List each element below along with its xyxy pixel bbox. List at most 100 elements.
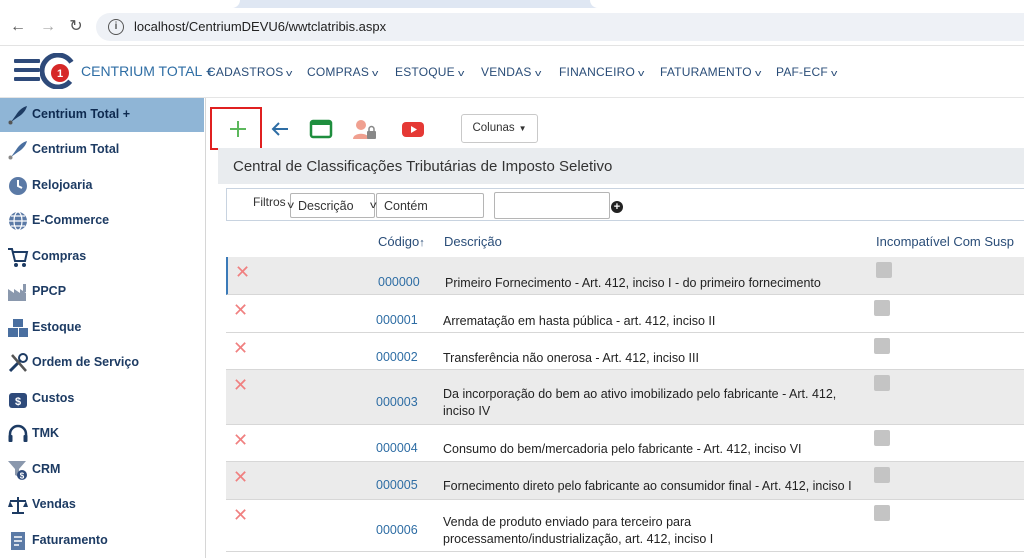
delete-icon[interactable]: ✕ [235, 263, 250, 281]
row-description: Fornecimento direto pelo fabricante ao c… [443, 479, 852, 493]
menu-faturamento[interactable]: FATURAMENTO v [660, 65, 762, 79]
sidebar-item-estoque[interactable]: Estoque [0, 311, 204, 345]
browser-tab[interactable] [0, 0, 240, 8]
sidebar-item-label: E-Commerce [32, 213, 110, 227]
column-header-incompativel[interactable]: Incompatível Com Susp [876, 234, 1014, 249]
row-code[interactable]: 000001 [376, 313, 418, 327]
chevron-down-icon: v [457, 68, 465, 78]
window-icon[interactable] [309, 118, 333, 140]
url-text[interactable]: localhost/CentriumDEVU6/wwtclatribis.asp… [134, 19, 386, 34]
sidebar-item-centrium-total[interactable]: Centrium Total [0, 133, 204, 167]
row-code[interactable]: 000003 [376, 395, 418, 409]
sidebar-item-faturamento[interactable]: Faturamento [0, 524, 204, 558]
headset-icon [8, 424, 28, 442]
sidebar-item-centrium-total-plus[interactable]: Centrium Total + [0, 98, 204, 132]
column-header-codigo[interactable]: Código↑ [378, 234, 425, 249]
sidebar-item-e-commerce[interactable]: E-Commerce [0, 204, 204, 238]
table-row[interactable]: ✕ 000002 Transferência não onerosa - Art… [226, 333, 1024, 370]
sidebar-item-relojoaria[interactable]: Relojoaria [0, 169, 204, 203]
incompatible-checkbox[interactable] [874, 338, 890, 354]
sidebar-item-label: Compras [32, 249, 87, 263]
delete-icon[interactable]: ✕ [233, 301, 248, 319]
centrium-logo[interactable]: 1 [40, 53, 76, 89]
chevron-down-icon: v [638, 68, 645, 78]
row-code[interactable]: 000002 [376, 350, 418, 364]
address-bar[interactable]: i localhost/CentriumDEVU6/wwtclatribis.a… [96, 13, 1024, 41]
chevron-down-icon: v [534, 68, 542, 78]
user-lock-icon[interactable] [353, 118, 377, 140]
rocket-icon [8, 106, 27, 125]
row-code[interactable]: 000000 [378, 275, 420, 289]
filter-field-select[interactable]: Descrição v [288, 193, 375, 218]
incompatible-checkbox[interactable] [874, 300, 890, 316]
sidebar-item-label: Custos [32, 391, 75, 405]
incompatible-checkbox[interactable] [874, 467, 890, 483]
delete-icon[interactable]: ✕ [233, 376, 248, 394]
menu-vendas[interactable]: VENDAS v [481, 65, 542, 79]
sidebar-item-vendas[interactable]: Vendas [0, 488, 204, 522]
sidebar-item-crm[interactable]: $ CRM [0, 453, 204, 487]
cart-icon [8, 248, 29, 267]
filters-label: Filtros [253, 195, 286, 209]
add-filter-icon[interactable]: + [611, 201, 623, 213]
browser-toolbar: ← → ↻ i localhost/CentriumDEVU6/wwtclatr… [0, 8, 1024, 46]
sidebar-item-ordem-de-servico[interactable]: Ordem de Serviço [0, 346, 204, 380]
sidebar-item-custos[interactable]: $ Custos [0, 382, 204, 416]
delete-icon[interactable]: ✕ [233, 468, 248, 486]
sidebar-item-label: Vendas [32, 497, 76, 511]
row-description: Venda de produto enviado para terceiro p… [443, 515, 714, 546]
brand-title[interactable]: CENTRIUM TOTAL + [81, 63, 214, 79]
row-code[interactable]: 000005 [376, 478, 418, 492]
table-row[interactable]: ✕ 000003 Da incorporação do bem ao ativo… [226, 370, 1024, 425]
reload-icon[interactable]: ↻ [66, 17, 86, 37]
filters-bar: Filtros Descrição v Contém v + [226, 188, 1024, 221]
back-arrow-icon[interactable] [268, 118, 292, 140]
globe-icon [9, 211, 27, 231]
sort-up-icon: ↑ [419, 237, 425, 249]
menu-estoque[interactable]: ESTOQUE v [395, 65, 464, 79]
incompatible-checkbox[interactable] [874, 505, 890, 521]
table-row[interactable]: ✕ 000006 Venda de produto enviado para t… [226, 500, 1024, 552]
svg-text:1: 1 [57, 68, 63, 80]
hamburger-menu-icon[interactable] [14, 59, 40, 83]
menu-financeiro[interactable]: FINANCEIRO v [559, 65, 644, 79]
incompatible-checkbox[interactable] [874, 430, 890, 446]
column-header-descricao[interactable]: Descrição [444, 234, 502, 249]
clock-icon [9, 177, 27, 195]
add-icon[interactable] [226, 118, 250, 140]
incompatible-checkbox[interactable] [874, 375, 890, 391]
table-row[interactable]: ✕ 000000 Primeiro Fornecimento - Art. 41… [226, 257, 1024, 295]
delete-icon[interactable]: ✕ [233, 506, 248, 524]
chevron-down-icon: v [287, 200, 295, 211]
delete-icon[interactable]: ✕ [233, 339, 248, 357]
chevron-down-icon: v [830, 68, 838, 78]
sidebar-item-ppcp[interactable]: PPCP [0, 275, 204, 309]
site-info-icon[interactable]: i [108, 19, 124, 35]
row-description: Arrematação em hasta pública - art. 412,… [443, 314, 716, 328]
incompatible-checkbox[interactable] [876, 262, 892, 278]
chevron-down-icon: v [754, 68, 762, 78]
row-code[interactable]: 000006 [376, 523, 418, 537]
menu-cadastros[interactable]: CADASTROS v [207, 65, 293, 79]
sidebar-item-tmk[interactable]: TMK [0, 417, 204, 451]
menu-compras[interactable]: COMPRAS v [307, 65, 378, 79]
app-header: 1 CENTRIUM TOTAL + CADASTROS v COMPRAS v E… [0, 46, 1024, 98]
table-row[interactable]: ✕ 000004 Consumo do bem/mercadoria pelo … [226, 425, 1024, 462]
tools-icon [8, 353, 28, 373]
colunas-button[interactable]: Colunas ▼ [461, 114, 538, 143]
sidebar: Centrium Total + Centrium Total Relojoar… [0, 98, 206, 558]
row-code[interactable]: 000004 [376, 441, 418, 455]
sidebar-item-compras[interactable]: Compras [0, 240, 204, 274]
delete-icon[interactable]: ✕ [233, 431, 248, 449]
filter-value-input[interactable] [494, 192, 610, 219]
forward-arrow-icon[interactable]: → [38, 17, 58, 37]
youtube-icon[interactable] [401, 118, 425, 140]
browser-tab[interactable] [590, 0, 1024, 8]
sidebar-item-label: Estoque [32, 320, 82, 334]
table-row[interactable]: ✕ 000005 Fornecimento direto pelo fabric… [226, 462, 1024, 500]
svg-text:$: $ [15, 396, 21, 408]
filter-operator-select[interactable]: Contém v [370, 193, 484, 218]
table-row[interactable]: ✕ 000001 Arrematação em hasta pública - … [226, 295, 1024, 333]
back-arrow-icon[interactable]: ← [8, 17, 28, 37]
menu-paf-ecf[interactable]: PAF-ECF v [776, 65, 837, 79]
